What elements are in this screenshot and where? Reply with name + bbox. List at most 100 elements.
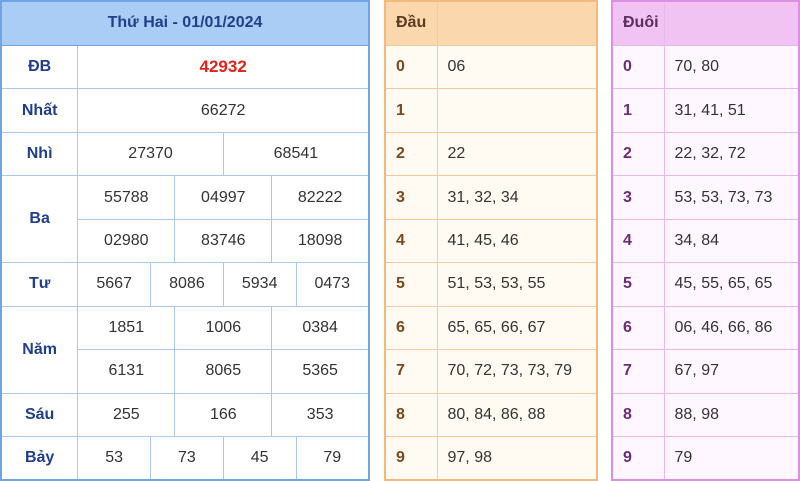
prize-number: 68541 [222,131,370,177]
digit-cell: 6 [384,305,438,351]
values-cell: 53, 53, 73, 73 [663,175,800,220]
digit-cell: 8 [611,392,665,438]
table-row: 2 22 [384,131,598,177]
values-cell: 88, 98 [663,392,800,438]
prize-number: 8086 [150,262,224,307]
prize-label: Nhất [0,88,79,133]
table-row: 3 53, 53, 73, 73 [611,175,800,220]
digit-cell: 7 [611,349,665,394]
head-values-header [436,0,598,46]
digit-cell: 5 [384,262,438,307]
table-row: 4 34, 84 [611,218,800,264]
values-cell: 80, 84, 86, 88 [436,392,598,438]
table-row: 0 70, 80 [611,44,800,90]
prize-number: 1006 [174,305,273,351]
prize-row-fifth: Năm 1851 1006 0384 [0,305,370,394]
prize-label: Tư [0,262,79,307]
table-row: 9 79 [611,436,800,481]
values-cell: 45, 55, 65, 65 [663,262,800,307]
digit-cell: 2 [384,131,438,177]
table-row: 8 80, 84, 86, 88 [384,392,598,438]
prize-number: 82222 [271,175,370,220]
digit-cell: 8 [384,392,438,438]
table-row: 8 88, 98 [611,392,800,438]
prize-number: 5934 [222,262,297,307]
prize-label: Ba [0,175,79,264]
digit-cell: 9 [611,436,665,481]
digit-cell: 6 [611,305,665,351]
values-cell: 22, 32, 72 [663,131,800,177]
prize-row-first: Nhất 66272 [0,88,370,133]
prize-label: Nhì [0,131,79,177]
prize-number: 27370 [77,131,224,177]
prize-number: 55788 [77,175,176,220]
digit-cell: 0 [384,44,438,90]
table-row: 5 45, 55, 65, 65 [611,262,800,307]
digit-cell: 3 [611,175,665,220]
prize-number: 53 [77,436,152,481]
prize-label: Năm [0,305,79,394]
table-row: 4 41, 45, 46 [384,218,598,264]
prize-number: 5667 [77,262,152,307]
results-title: Thứ Hai - 01/01/2024 [0,0,370,46]
prize-number: 18098 [271,218,370,264]
table-row: 3 31, 32, 34 [384,175,598,220]
tail-values-header [663,0,800,46]
lottery-results-table: Thứ Hai - 01/01/2024 ĐB 42932 Nhất 66272… [0,0,370,481]
values-cell: 41, 45, 46 [436,218,598,264]
table-row: 5 51, 53, 53, 55 [384,262,598,307]
prize-number: 353 [271,392,370,438]
head-digit-table: Đầu 0 06 1 2 22 3 31, 32, 34 4 41, 45, 46 55… [384,0,598,481]
values-cell: 22 [436,131,598,177]
prize-label: ĐB [0,44,79,90]
values-cell: 79 [663,436,800,481]
digit-cell: 5 [611,262,665,307]
prize-row-second: Nhì 27370 68541 [0,131,370,177]
values-cell: 67, 97 [663,349,800,394]
digit-cell: 0 [611,44,665,90]
prize-row-sixth: Sáu 255 166 353 [0,392,370,438]
prize-row-seventh: Bảy 53 73 45 79 [0,436,370,481]
values-cell: 06 [436,44,598,90]
prize-number: 8065 [174,349,273,394]
values-cell: 65, 65, 66, 67 [436,305,598,351]
values-cell: 51, 53, 53, 55 [436,262,598,307]
table-row: 0 06 [384,44,598,90]
table-row: 7 70, 72, 73, 73, 79 [384,349,598,394]
values-cell: 06, 46, 66, 86 [663,305,800,351]
digit-cell: 2 [611,131,665,177]
prize-number: 42932 [77,44,370,90]
table-row: 6 65, 65, 66, 67 [384,305,598,351]
prize-number: 79 [295,436,370,481]
prize-number: 66272 [77,88,370,133]
tail-digit-table: Đuôi 0 70, 80 1 31, 41, 51 2 22, 32, 72 3 53… [611,0,800,481]
table-row: 7 67, 97 [611,349,800,394]
head-digit-header: Đầu [384,0,438,46]
table-row: 2 22, 32, 72 [611,131,800,177]
prize-number: 04997 [174,175,273,220]
table-row: 6 06, 46, 66, 86 [611,305,800,351]
table-row: 1 [384,88,598,133]
prize-row-special: ĐB 42932 [0,44,370,90]
digit-cell: 4 [611,218,665,264]
prize-number: 0473 [295,262,370,307]
prize-number: 1851 [77,305,176,351]
tail-digit-header: Đuôi [611,0,665,46]
prize-number: 6131 [77,349,176,394]
table-row: 9 97, 98 [384,436,598,481]
values-cell: 70, 80 [663,44,800,90]
values-cell: 70, 72, 73, 73, 79 [436,349,598,394]
digit-cell: 4 [384,218,438,264]
prize-row-third: Ba 55788 04997 82222 [0,175,370,264]
table-row: 1 31, 41, 51 [611,88,800,133]
prize-number: 02980 [77,218,176,264]
values-cell: 34, 84 [663,218,800,264]
prize-row-fourth: Tư 5667 8086 5934 0473 [0,262,370,307]
digit-cell: 7 [384,349,438,394]
prize-number: 0384 [271,305,370,351]
prize-label: Bảy [0,436,79,481]
prize-number: 73 [150,436,224,481]
digit-cell: 3 [384,175,438,220]
values-cell: 31, 32, 34 [436,175,598,220]
digit-cell: 1 [611,88,665,133]
